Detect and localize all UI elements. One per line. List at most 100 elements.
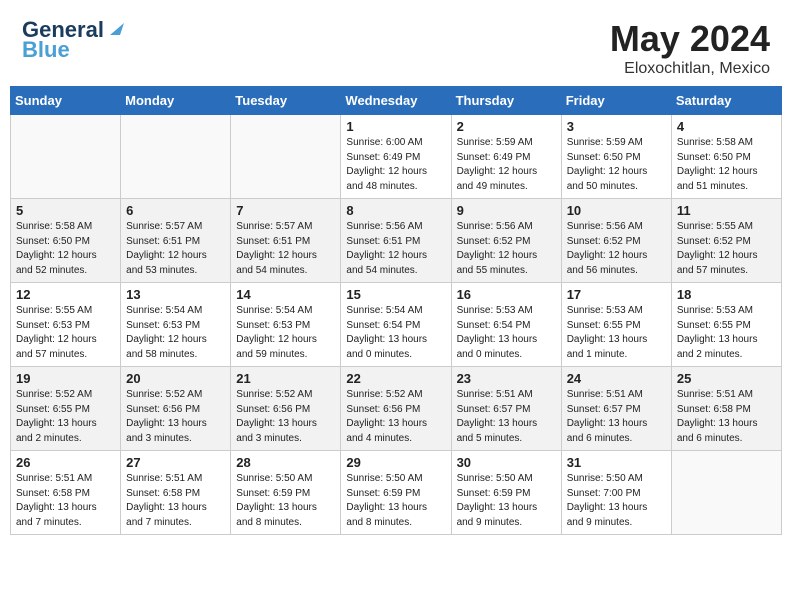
- day-info: Sunrise: 5:51 AM Sunset: 6:57 PM Dayligh…: [457, 388, 556, 446]
- weekday-header-friday: Friday: [561, 87, 671, 115]
- weekday-header-wednesday: Wednesday: [341, 87, 451, 115]
- calendar-cell: [231, 115, 341, 199]
- calendar-cell: 14Sunrise: 5:54 AM Sunset: 6:53 PM Dayli…: [231, 283, 341, 367]
- weekday-header-sunday: Sunday: [11, 87, 121, 115]
- day-number: 14: [236, 287, 335, 302]
- day-info: Sunrise: 5:59 AM Sunset: 6:50 PM Dayligh…: [567, 136, 666, 194]
- calendar-cell: 12 Sunrise: 5:55 AM Sunset: 6:53 PM Dayli…: [11, 283, 121, 367]
- day-info: Sunrise: 5:51 AM Sunset: 6:58 PM Dayligh…: [16, 472, 115, 530]
- logo-text-line2: Blue: [22, 38, 124, 62]
- day-info: Sunrise: 5:53 AM Sunset: 6:55 PM Dayligh…: [677, 304, 776, 362]
- location-title: Eloxochitlan, Mexico: [610, 60, 770, 78]
- calendar-week-2: 5Sunrise: 5:58 AM Sunset: 6:50 PM Daylig…: [11, 199, 782, 283]
- day-info: Sunrise: 5:59 AM Sunset: 6:49 PM Dayligh…: [457, 136, 556, 194]
- day-info: Sunrise: 5:55 AM Sunset: 6:53 PM Dayligh…: [16, 304, 115, 362]
- day-info: Sunrise: 6:00 AM Sunset: 6:49 PM Dayligh…: [346, 136, 445, 194]
- calendar-cell: 9Sunrise: 5:56 AM Sunset: 6:52 PM Daylig…: [451, 199, 561, 283]
- day-number: 15: [346, 287, 445, 302]
- calendar-week-4: 19 Sunrise: 5:52 AM Sunset: 6:55 PM Dayli…: [11, 367, 782, 451]
- day-number: 24: [567, 371, 666, 386]
- day-number: 8: [346, 203, 445, 218]
- day-number: 17: [567, 287, 666, 302]
- calendar-week-1: 1 Sunrise: 6:00 AM Sunset: 6:49 PM Daylig…: [11, 115, 782, 199]
- calendar-cell: 27 Sunrise: 5:51 AM Sunset: 6:58 PM Dayli…: [121, 451, 231, 535]
- day-number: 7: [236, 203, 335, 218]
- calendar-cell: 7Sunrise: 5:57 AM Sunset: 6:51 PM Daylig…: [231, 199, 341, 283]
- day-number: 3: [567, 119, 666, 134]
- calendar-body: 1 Sunrise: 6:00 AM Sunset: 6:49 PM Daylig…: [11, 115, 782, 535]
- logo-bird-icon: [106, 19, 124, 37]
- calendar-cell: 23 Sunrise: 5:51 AM Sunset: 6:57 PM Dayli…: [451, 367, 561, 451]
- day-info: Sunrise: 5:52 AM Sunset: 6:56 PM Dayligh…: [236, 388, 335, 446]
- day-number: 1: [346, 119, 445, 134]
- calendar-cell: 31 Sunrise: 5:50 AM Sunset: 7:00 PM Dayli…: [561, 451, 671, 535]
- calendar-cell: 4 Sunrise: 5:58 AM Sunset: 6:50 PM Daylig…: [671, 115, 781, 199]
- day-number: 9: [457, 203, 556, 218]
- day-number: 29: [346, 455, 445, 470]
- day-info: Sunrise: 5:50 AM Sunset: 6:59 PM Dayligh…: [236, 472, 335, 530]
- day-info: Sunrise: 5:54 AM Sunset: 6:53 PM Dayligh…: [126, 304, 225, 362]
- calendar-cell: 15 Sunrise: 5:54 AM Sunset: 6:54 PM Dayli…: [341, 283, 451, 367]
- day-number: 25: [677, 371, 776, 386]
- day-info: Sunrise: 5:53 AM Sunset: 6:55 PM Dayligh…: [567, 304, 666, 362]
- calendar-cell: 20Sunrise: 5:52 AM Sunset: 6:56 PM Dayli…: [121, 367, 231, 451]
- month-title: May 2024: [610, 18, 770, 60]
- calendar-cell: 5Sunrise: 5:58 AM Sunset: 6:50 PM Daylig…: [11, 199, 121, 283]
- calendar-cell: 6Sunrise: 5:57 AM Sunset: 6:51 PM Daylig…: [121, 199, 231, 283]
- calendar-cell: 10Sunrise: 5:56 AM Sunset: 6:52 PM Dayli…: [561, 199, 671, 283]
- calendar-cell: 18 Sunrise: 5:53 AM Sunset: 6:55 PM Dayli…: [671, 283, 781, 367]
- logo: General Blue: [22, 18, 124, 62]
- day-number: 5: [16, 203, 115, 218]
- day-info: Sunrise: 5:54 AM Sunset: 6:54 PM Dayligh…: [346, 304, 445, 362]
- weekday-header-monday: Monday: [121, 87, 231, 115]
- day-info: Sunrise: 5:53 AM Sunset: 6:54 PM Dayligh…: [457, 304, 556, 362]
- day-number: 23: [457, 371, 556, 386]
- day-number: 27: [126, 455, 225, 470]
- calendar-table: SundayMondayTuesdayWednesdayThursdayFrid…: [10, 86, 782, 535]
- calendar-cell: 25 Sunrise: 5:51 AM Sunset: 6:58 PM Dayli…: [671, 367, 781, 451]
- day-number: 4: [677, 119, 776, 134]
- calendar-header: SundayMondayTuesdayWednesdayThursdayFrid…: [11, 87, 782, 115]
- day-number: 20: [126, 371, 225, 386]
- day-info: Sunrise: 5:51 AM Sunset: 6:58 PM Dayligh…: [677, 388, 776, 446]
- day-number: 13: [126, 287, 225, 302]
- day-info: Sunrise: 5:58 AM Sunset: 6:50 PM Dayligh…: [677, 136, 776, 194]
- day-info: Sunrise: 5:57 AM Sunset: 6:51 PM Dayligh…: [126, 220, 225, 278]
- day-number: 26: [16, 455, 115, 470]
- day-number: 30: [457, 455, 556, 470]
- day-number: 19: [16, 371, 115, 386]
- day-number: 12: [16, 287, 115, 302]
- day-number: 2: [457, 119, 556, 134]
- calendar-cell: 11Sunrise: 5:55 AM Sunset: 6:52 PM Dayli…: [671, 199, 781, 283]
- calendar-cell: 8 Sunrise: 5:56 AM Sunset: 6:51 PM Daylig…: [341, 199, 451, 283]
- calendar-cell: 30Sunrise: 5:50 AM Sunset: 6:59 PM Dayli…: [451, 451, 561, 535]
- calendar-cell: [671, 451, 781, 535]
- calendar-cell: 24Sunrise: 5:51 AM Sunset: 6:57 PM Dayli…: [561, 367, 671, 451]
- day-number: 21: [236, 371, 335, 386]
- calendar-cell: 21 Sunrise: 5:52 AM Sunset: 6:56 PM Dayli…: [231, 367, 341, 451]
- day-info: Sunrise: 5:50 AM Sunset: 7:00 PM Dayligh…: [567, 472, 666, 530]
- calendar-cell: 1 Sunrise: 6:00 AM Sunset: 6:49 PM Daylig…: [341, 115, 451, 199]
- weekday-header-tuesday: Tuesday: [231, 87, 341, 115]
- page-header: General Blue May 2024 Eloxochitlan, Mexi…: [10, 10, 782, 82]
- day-number: 28: [236, 455, 335, 470]
- day-number: 22: [346, 371, 445, 386]
- title-block: May 2024 Eloxochitlan, Mexico: [610, 18, 770, 78]
- day-info: Sunrise: 5:52 AM Sunset: 6:55 PM Dayligh…: [16, 388, 115, 446]
- day-number: 18: [677, 287, 776, 302]
- calendar-cell: [121, 115, 231, 199]
- calendar-cell: 3 Sunrise: 5:59 AM Sunset: 6:50 PM Daylig…: [561, 115, 671, 199]
- calendar-cell: 2 Sunrise: 5:59 AM Sunset: 6:49 PM Daylig…: [451, 115, 561, 199]
- calendar-cell: 29 Sunrise: 5:50 AM Sunset: 6:59 PM Dayli…: [341, 451, 451, 535]
- calendar-cell: 26 Sunrise: 5:51 AM Sunset: 6:58 PM Dayli…: [11, 451, 121, 535]
- day-info: Sunrise: 5:50 AM Sunset: 6:59 PM Dayligh…: [346, 472, 445, 530]
- day-info: Sunrise: 5:51 AM Sunset: 6:58 PM Dayligh…: [126, 472, 225, 530]
- calendar-cell: 17 Sunrise: 5:53 AM Sunset: 6:55 PM Dayli…: [561, 283, 671, 367]
- weekday-row: SundayMondayTuesdayWednesdayThursdayFrid…: [11, 87, 782, 115]
- day-number: 16: [457, 287, 556, 302]
- day-number: 11: [677, 203, 776, 218]
- day-info: Sunrise: 5:56 AM Sunset: 6:51 PM Dayligh…: [346, 220, 445, 278]
- calendar-cell: 22Sunrise: 5:52 AM Sunset: 6:56 PM Dayli…: [341, 367, 451, 451]
- day-number: 31: [567, 455, 666, 470]
- weekday-header-thursday: Thursday: [451, 87, 561, 115]
